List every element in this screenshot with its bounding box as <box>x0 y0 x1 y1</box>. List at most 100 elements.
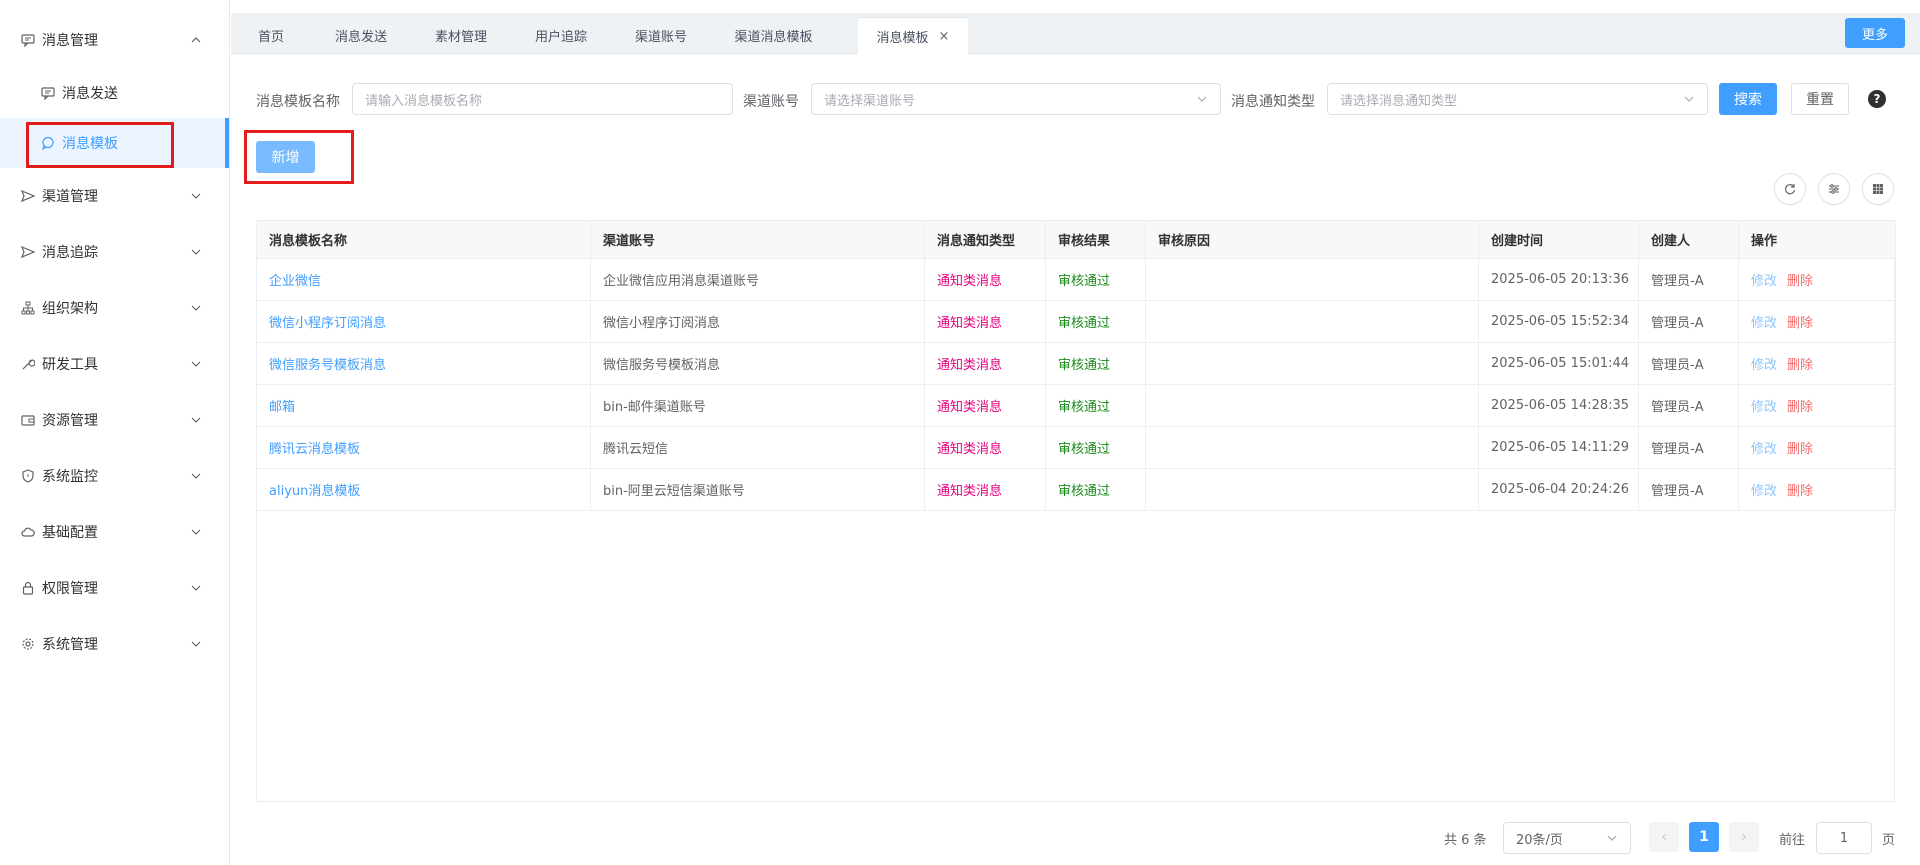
column-header[interactable]: 审核结果 <box>1045 220 1146 259</box>
time-cell: 2025-06-04 20:24:26 <box>1478 468 1639 511</box>
sidebar-item-label: 组织架构 <box>42 301 98 317</box>
message-icon <box>40 85 56 101</box>
sidebar-item-label: 资源管理 <box>42 413 98 429</box>
reason-cell <box>1145 468 1479 511</box>
page-size-select[interactable]: 20条/页 <box>1503 822 1631 854</box>
tab-channel-account[interactable]: 渠道账号 <box>611 17 711 54</box>
template-name-link[interactable]: aliyun消息模板 <box>269 484 360 499</box>
tab-material[interactable]: 素材管理 <box>411 17 511 54</box>
channel-cell: 微信小程序订阅消息 <box>590 300 925 343</box>
sidebar-item-message-send[interactable]: 消息发送 <box>0 68 229 118</box>
org-chart-icon <box>20 300 36 316</box>
delete-link[interactable]: 删除 <box>1787 484 1813 499</box>
grid-columns-icon[interactable] <box>1862 173 1894 205</box>
time-cell: 2025-06-05 14:28:35 <box>1478 384 1639 427</box>
delete-link[interactable]: 删除 <box>1787 274 1813 289</box>
sidebar-item-dev-tools[interactable]: 研发工具 <box>0 336 229 392</box>
sidebar-item-label: 权限管理 <box>42 581 98 597</box>
help-icon[interactable]: ? <box>1868 90 1886 108</box>
sidebar-item-system[interactable]: 系统管理 <box>0 616 229 672</box>
page-1-button[interactable]: 1 <box>1689 822 1719 852</box>
template-name-link[interactable]: 微信服务号模板消息 <box>269 358 386 373</box>
sidebar-item-monitor[interactable]: 系统监控 <box>0 448 229 504</box>
tab-message-template[interactable]: 消息模板 × <box>858 17 968 54</box>
delete-link[interactable]: 删除 <box>1787 442 1813 457</box>
delete-link[interactable]: 删除 <box>1787 400 1813 415</box>
reason-cell <box>1145 384 1479 427</box>
tab-home[interactable]: 首页 <box>231 17 311 54</box>
chevron-down-icon <box>189 189 203 203</box>
highlight-box-template <box>26 122 174 168</box>
goto-page-input[interactable]: 1 <box>1816 822 1872 854</box>
sidebar-item-label: 消息追踪 <box>42 245 98 261</box>
goto-label: 前往 <box>1779 832 1806 848</box>
template-name-link[interactable]: 企业微信 <box>269 274 321 289</box>
close-icon[interactable]: × <box>939 29 950 44</box>
sidebar-item-tracking[interactable]: 消息追踪 <box>0 224 229 280</box>
search-button[interactable]: 搜索 <box>1719 83 1777 115</box>
column-header[interactable]: 渠道账号 <box>590 220 925 259</box>
time-cell: 2025-06-05 15:01:44 <box>1478 342 1639 385</box>
filter-settings-icon[interactable] <box>1818 173 1850 205</box>
type-cell: 通知类消息 <box>937 484 1003 499</box>
template-name-link[interactable]: 微信小程序订阅消息 <box>269 316 386 331</box>
template-name-link[interactable]: 邮箱 <box>269 400 295 415</box>
chevron-down-icon <box>189 413 203 427</box>
sidebar-item-basic-config[interactable]: 基础配置 <box>0 504 229 560</box>
edit-link[interactable]: 修改 <box>1751 484 1777 499</box>
creator-cell: 管理员-A <box>1638 384 1739 427</box>
edit-link[interactable]: 修改 <box>1751 274 1777 289</box>
tab-user-tracking[interactable]: 用户追踪 <box>511 17 611 54</box>
creator-cell: 管理员-A <box>1638 426 1739 469</box>
chevron-down-icon <box>189 301 203 315</box>
menu-message-management[interactable]: 消息管理 <box>0 12 229 68</box>
column-header[interactable]: 创建人 <box>1638 220 1739 259</box>
reason-cell <box>1145 342 1479 385</box>
prev-page-button[interactable]: ‹ <box>1649 822 1679 852</box>
sidebar-item-permissions[interactable]: 权限管理 <box>0 560 229 616</box>
column-header[interactable]: 消息模板名称 <box>256 220 591 259</box>
edit-link[interactable]: 修改 <box>1751 358 1777 373</box>
tab-message-send[interactable]: 消息发送 <box>311 17 411 54</box>
column-header[interactable]: 创建时间 <box>1478 220 1639 259</box>
add-button[interactable]: 新增 <box>256 141 315 173</box>
edit-link[interactable]: 修改 <box>1751 400 1777 415</box>
lock-icon <box>20 580 36 596</box>
template-name-link[interactable]: 腾讯云消息模板 <box>269 442 360 457</box>
sidebar-item-label: 渠道管理 <box>42 189 98 205</box>
chevron-down-icon <box>1196 93 1208 105</box>
edit-link[interactable]: 修改 <box>1751 316 1777 331</box>
result-cell: 审核通过 <box>1058 274 1111 289</box>
shield-icon <box>20 468 36 484</box>
delete-link[interactable]: 删除 <box>1787 316 1813 331</box>
sidebar-item-channel[interactable]: 渠道管理 <box>0 168 229 224</box>
column-header[interactable]: 消息通知类型 <box>924 220 1046 259</box>
wrench-icon <box>20 356 36 372</box>
creator-cell: 管理员-A <box>1638 300 1739 343</box>
channel-select[interactable]: 请选择渠道账号 <box>811 83 1221 115</box>
column-header[interactable]: 审核原因 <box>1145 220 1479 259</box>
sidebar-item-resources[interactable]: 资源管理 <box>0 392 229 448</box>
time-cell: 2025-06-05 14:11:29 <box>1478 426 1639 469</box>
tab-bar: 首页 消息发送 素材管理 用户追踪 渠道账号 渠道消息模板 消息模板 × <box>231 13 1920 54</box>
channel-cell: bin-邮件渠道账号 <box>590 384 925 427</box>
reset-button[interactable]: 重置 <box>1791 83 1849 115</box>
result-cell: 审核通过 <box>1058 358 1111 373</box>
refresh-icon[interactable] <box>1774 173 1806 205</box>
type-cell: 通知类消息 <box>937 442 1003 457</box>
sidebar-item-organization[interactable]: 组织架构 <box>0 280 229 336</box>
chevron-down-icon <box>1683 93 1695 105</box>
type-label: 消息通知类型 <box>1231 94 1315 110</box>
column-header: 操作 <box>1738 220 1896 259</box>
channel-cell: 企业微信应用消息渠道账号 <box>590 258 925 301</box>
delete-link[interactable]: 删除 <box>1787 358 1813 373</box>
tab-channel-template[interactable]: 渠道消息模板 <box>711 17 836 54</box>
more-button[interactable]: 更多 <box>1845 18 1905 48</box>
next-page-button[interactable]: › <box>1729 822 1759 852</box>
edit-link[interactable]: 修改 <box>1751 442 1777 457</box>
name-input[interactable]: 请输入消息模板名称 <box>352 83 733 115</box>
type-select[interactable]: 请选择消息通知类型 <box>1327 83 1708 115</box>
table-row: 腾讯云消息模板 腾讯云短信 通知类消息 审核通过 2025-06-05 14:1… <box>256 426 1896 469</box>
table-row: aliyun消息模板 bin-阿里云短信渠道账号 通知类消息 审核通过 2025… <box>256 468 1896 511</box>
time-cell: 2025-06-05 20:13:36 <box>1478 258 1639 301</box>
